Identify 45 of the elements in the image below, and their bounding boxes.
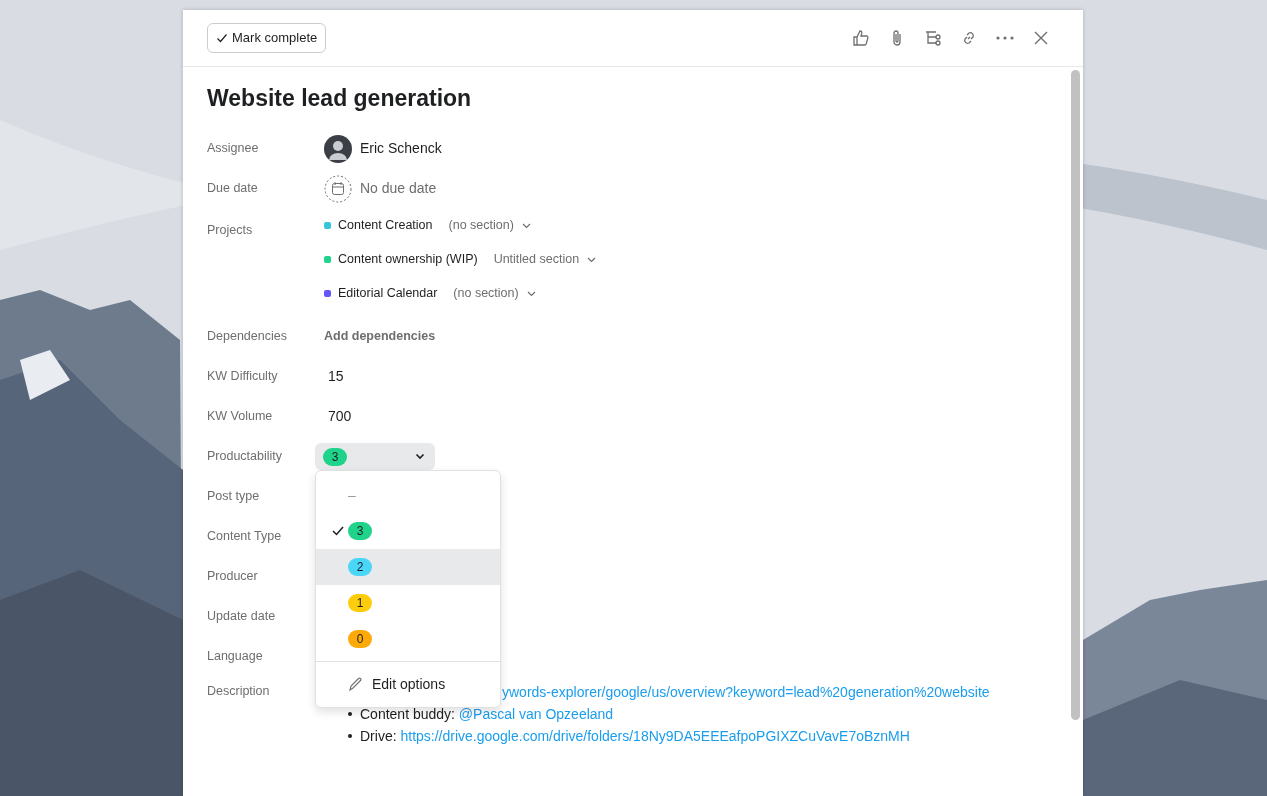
dropdown-option[interactable]: 3	[316, 513, 500, 549]
field-label: KW Difficulty	[207, 368, 279, 386]
bullet-icon	[348, 711, 352, 716]
calendar-icon[interactable]	[324, 174, 352, 203]
project-name[interactable]: Editorial Calendar	[338, 284, 438, 303]
chevron-down-icon	[587, 256, 597, 263]
description-text: Content buddy:	[360, 704, 456, 724]
field-label: Due date	[207, 180, 259, 198]
productability-select[interactable]: 3	[315, 443, 435, 471]
field-label: KW Volume	[207, 408, 274, 426]
avatar	[324, 134, 352, 163]
add-dependencies-link[interactable]: Add dependencies	[324, 327, 436, 346]
field-label: Post type	[207, 488, 261, 506]
field-label: Description	[207, 682, 271, 700]
task-title: Website lead generation	[207, 85, 473, 113]
dropdown-option[interactable]: 0	[316, 621, 500, 657]
field-label: Content Type	[207, 528, 283, 546]
field-label: Language	[207, 648, 264, 666]
edit-options-item[interactable]: Edit options	[316, 661, 500, 707]
chevron-down-icon	[415, 453, 425, 461]
field-value[interactable]: 15	[328, 366, 344, 388]
field-label: Assignee	[207, 140, 260, 158]
dropdown-option[interactable]: 2	[316, 549, 500, 585]
description-text: Drive:	[360, 726, 398, 746]
field-value[interactable]: 700	[328, 406, 352, 428]
dropdown-option[interactable]: 1	[316, 585, 500, 621]
scrollbar[interactable]	[1071, 70, 1080, 720]
assignee-name[interactable]: Eric Schenck	[360, 138, 442, 160]
section-dropdown[interactable]: Untitled section	[493, 250, 597, 269]
project-name[interactable]: Content ownership (WIP)	[338, 250, 478, 269]
chevron-down-icon	[526, 290, 536, 297]
pencil-icon	[348, 677, 363, 692]
field-label: Productability	[207, 448, 284, 466]
field-label: Update date	[207, 608, 277, 626]
bullet-icon	[348, 733, 352, 738]
field-label: Producer	[207, 568, 259, 586]
project-name[interactable]: Content Creation	[338, 216, 433, 235]
field-label: Projects	[207, 221, 254, 239]
section-dropdown[interactable]: (no section)	[448, 216, 531, 235]
field-label: Dependencies	[207, 328, 288, 346]
due-date-value[interactable]: No due date	[360, 178, 437, 200]
chevron-down-icon	[521, 222, 531, 229]
section-dropdown[interactable]: (no section)	[453, 284, 536, 303]
check-icon	[216, 32, 228, 44]
mark-complete-button[interactable]: Mark complete	[207, 23, 327, 53]
